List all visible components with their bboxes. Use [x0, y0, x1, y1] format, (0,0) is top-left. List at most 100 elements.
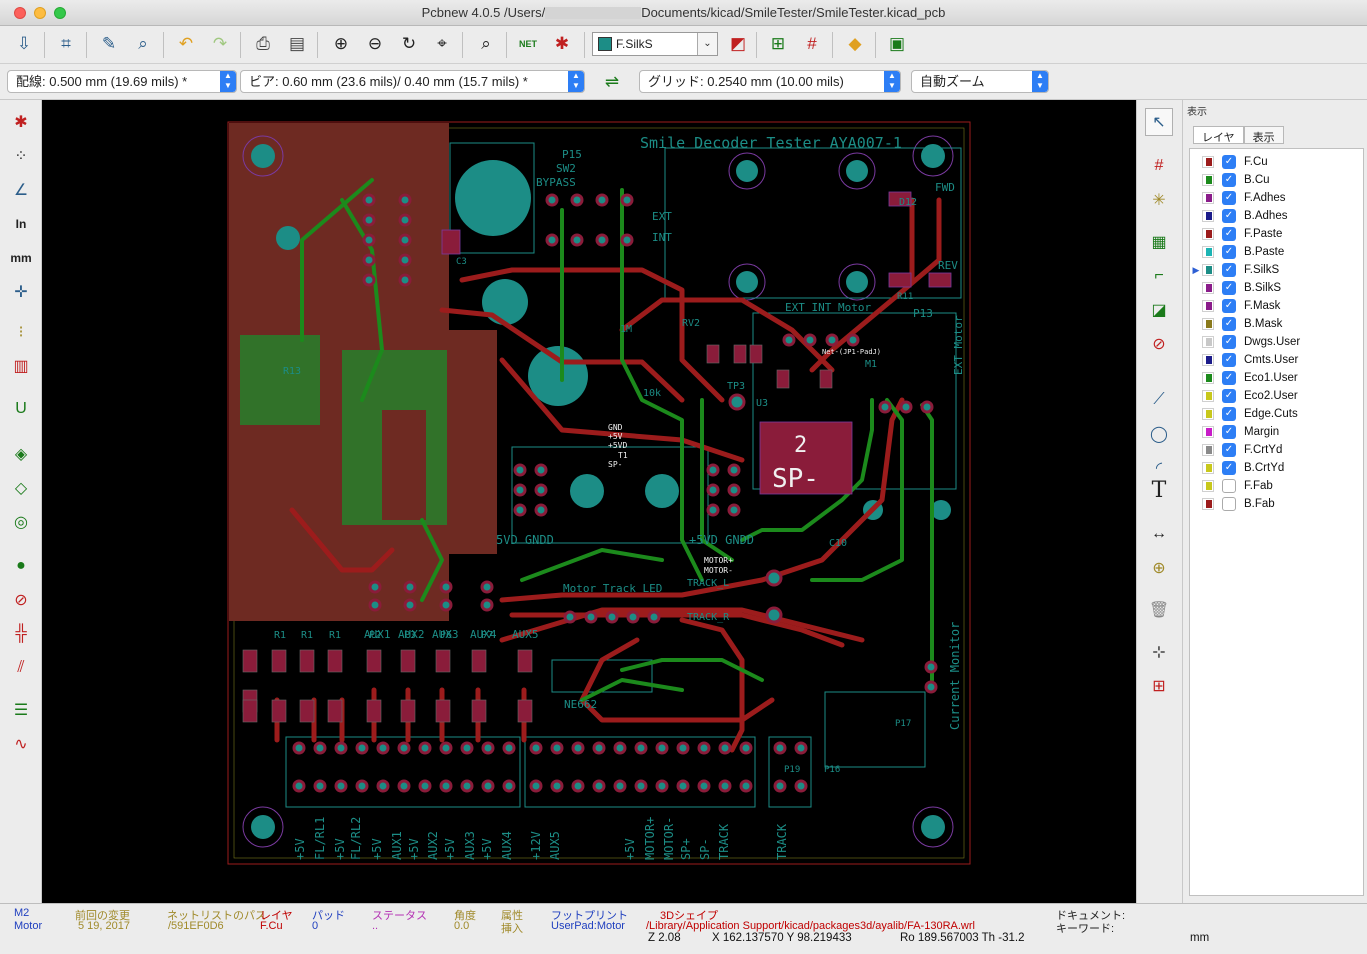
- layer-color-swatch[interactable]: [1202, 354, 1214, 366]
- scripting-console-icon[interactable]: ▣: [883, 30, 911, 58]
- cursor-shape-icon[interactable]: ✛: [6, 278, 36, 306]
- plot-icon[interactable]: ▤: [283, 30, 311, 58]
- layer-row[interactable]: ✓ Edge.Cuts: [1190, 405, 1360, 423]
- auto-track-width-icon[interactable]: ⇌: [598, 68, 626, 96]
- layer-color-swatch[interactable]: [1202, 228, 1214, 240]
- redo-icon[interactable]: ↷: [206, 30, 234, 58]
- netlist-icon[interactable]: NET: [514, 30, 542, 58]
- via-fill-icon[interactable]: ⊘: [6, 586, 36, 614]
- layer-visibility-checkbox[interactable]: ✓: [1222, 209, 1236, 223]
- layer-color-swatch[interactable]: [1202, 282, 1214, 294]
- layer-row[interactable]: ✓ F.Mask: [1190, 297, 1360, 315]
- layer-visibility-checkbox[interactable]: ✓: [1222, 407, 1236, 421]
- tab-render[interactable]: 表示: [1243, 126, 1284, 144]
- keepout-area-icon[interactable]: ⊘: [1145, 330, 1173, 358]
- add-footprint-icon[interactable]: ▦: [1145, 228, 1173, 256]
- chevron-down-icon[interactable]: ⌄: [697, 33, 717, 55]
- add-text-icon[interactable]: T: [1145, 476, 1173, 504]
- layer-color-swatch[interactable]: [1202, 174, 1214, 186]
- pcb-canvas[interactable]: Smile Decoder Tester AYA007-1 P15 SW2 BY…: [42, 100, 1136, 903]
- grid-select[interactable]: グリッド: 0.2540 mm (10.00 mils) ▲ ▼: [639, 70, 901, 93]
- grid-toggle-icon[interactable]: ⁘: [6, 142, 36, 170]
- layer-visibility-checkbox[interactable]: ✓: [1222, 461, 1236, 475]
- zoom-fit-icon[interactable]: ⌖: [428, 30, 456, 58]
- ratsnest-icon[interactable]: ⁝: [6, 318, 36, 346]
- layer-row[interactable]: ✓ Margin: [1190, 423, 1360, 441]
- drc-icon[interactable]: ✱: [548, 30, 576, 58]
- layer-visibility-checkbox[interactable]: ✓: [1222, 371, 1236, 385]
- add-line-icon[interactable]: ⟋: [1145, 386, 1173, 414]
- units-inch-button[interactable]: In: [6, 210, 36, 238]
- layer-color-swatch[interactable]: [1202, 264, 1214, 276]
- highlight-net-icon[interactable]: #: [1145, 152, 1173, 180]
- layer-color-swatch[interactable]: [1202, 498, 1214, 510]
- layer-visibility-checkbox[interactable]: ✓: [1222, 227, 1236, 241]
- layer-pair-icon[interactable]: ◩: [724, 30, 752, 58]
- refresh-icon[interactable]: ↻: [395, 30, 423, 58]
- layer-color-swatch[interactable]: [1202, 462, 1214, 474]
- layer-color-swatch[interactable]: [1202, 156, 1214, 168]
- layer-row[interactable]: ✓ F.CrtYd: [1190, 441, 1360, 459]
- layer-visibility-checkbox[interactable]: ✓: [1222, 299, 1236, 313]
- delete-icon[interactable]: 🗑: [1145, 596, 1173, 624]
- layer-color-swatch[interactable]: [1202, 372, 1214, 384]
- add-dimension-icon[interactable]: ↔: [1145, 520, 1173, 548]
- local-ratsnest-icon[interactable]: ✳: [1145, 186, 1173, 214]
- high-contrast-icon[interactable]: ⫽: [6, 654, 36, 682]
- layer-color-swatch[interactable]: [1202, 210, 1214, 222]
- module-ratsnest-icon[interactable]: ▥: [6, 352, 36, 380]
- autoroute-icon[interactable]: #: [798, 30, 826, 58]
- polar-coords-icon[interactable]: ∠: [6, 176, 36, 204]
- layer-color-swatch[interactable]: [1202, 318, 1214, 330]
- track-width-select[interactable]: 配線: 0.500 mm (19.69 mils) * ▲ ▼: [7, 70, 237, 93]
- page-settings-icon[interactable]: ⌗: [52, 30, 80, 58]
- add-circle-icon[interactable]: ◯: [1145, 420, 1173, 448]
- find-icon[interactable]: ⌕: [472, 30, 500, 58]
- layer-row[interactable]: ✓ B.CrtYd: [1190, 459, 1360, 477]
- layer-row[interactable]: ✓ B.SilkS: [1190, 279, 1360, 297]
- layer-color-swatch[interactable]: [1202, 480, 1214, 492]
- layer-visibility-checkbox[interactable]: ✓: [1222, 425, 1236, 439]
- layer-visibility-checkbox[interactable]: ✓: [1222, 245, 1236, 259]
- pad-fill-icon[interactable]: ●: [6, 552, 36, 580]
- undo-icon[interactable]: ↶: [172, 30, 200, 58]
- drill-origin-icon[interactable]: ⊹: [1145, 638, 1173, 666]
- layer-row[interactable]: ✓ Eco1.User: [1190, 369, 1360, 387]
- layer-row[interactable]: ▶ ✓ F.SilkS: [1190, 261, 1360, 279]
- layer-visibility-checkbox[interactable]: [1222, 479, 1236, 493]
- auto-delete-track-icon[interactable]: U: [6, 395, 36, 423]
- layer-visibility-checkbox[interactable]: ✓: [1222, 353, 1236, 367]
- add-zone-icon[interactable]: ◪: [1145, 296, 1173, 324]
- layer-visibility-checkbox[interactable]: ✓: [1222, 389, 1236, 403]
- layer-row[interactable]: ✓ B.Paste: [1190, 243, 1360, 261]
- freeroute-icon[interactable]: ◆: [841, 30, 869, 58]
- zoom-out-icon[interactable]: ⊖: [361, 30, 389, 58]
- layer-row[interactable]: ✓ B.Mask: [1190, 315, 1360, 333]
- layer-visibility-checkbox[interactable]: ✓: [1222, 191, 1236, 205]
- layer-visibility-checkbox[interactable]: ✓: [1222, 317, 1236, 331]
- grid-origin-icon[interactable]: ⊞: [1145, 672, 1173, 700]
- layer-row[interactable]: ✓ Cmts.User: [1190, 351, 1360, 369]
- layer-row[interactable]: ✓ B.Adhes: [1190, 207, 1360, 225]
- layer-color-swatch[interactable]: [1202, 336, 1214, 348]
- layer-visibility-checkbox[interactable]: [1222, 497, 1236, 511]
- layer-visibility-checkbox[interactable]: ✓: [1222, 263, 1236, 277]
- layer-color-swatch[interactable]: [1202, 390, 1214, 402]
- layer-visibility-checkbox[interactable]: ✓: [1222, 155, 1236, 169]
- layer-row[interactable]: F.Fab: [1190, 477, 1360, 495]
- layer-row[interactable]: B.Fab: [1190, 495, 1360, 513]
- layer-row[interactable]: ✓ F.Adhes: [1190, 189, 1360, 207]
- track-sketch-icon[interactable]: ╬: [6, 620, 36, 648]
- zoom-in-icon[interactable]: ⊕: [327, 30, 355, 58]
- zoom-select[interactable]: 自動ズーム ▲ ▼: [911, 70, 1049, 93]
- layer-row[interactable]: ✓ F.Cu: [1190, 153, 1360, 171]
- active-layer-select[interactable]: F.SilkS ⌄: [592, 32, 718, 56]
- layer-color-swatch[interactable]: [1202, 426, 1214, 438]
- add-target-icon[interactable]: ⊕: [1145, 554, 1173, 582]
- layer-visibility-checkbox[interactable]: ✓: [1222, 443, 1236, 457]
- layer-color-swatch[interactable]: [1202, 300, 1214, 312]
- autoplace-icon[interactable]: ⊞: [764, 30, 792, 58]
- drc-off-icon[interactable]: ✱: [6, 108, 36, 136]
- zone-sketch-icon[interactable]: ◎: [6, 508, 36, 536]
- via-size-select[interactable]: ビア: 0.60 mm (23.6 mils)/ 0.40 mm (15.7 m…: [240, 70, 585, 93]
